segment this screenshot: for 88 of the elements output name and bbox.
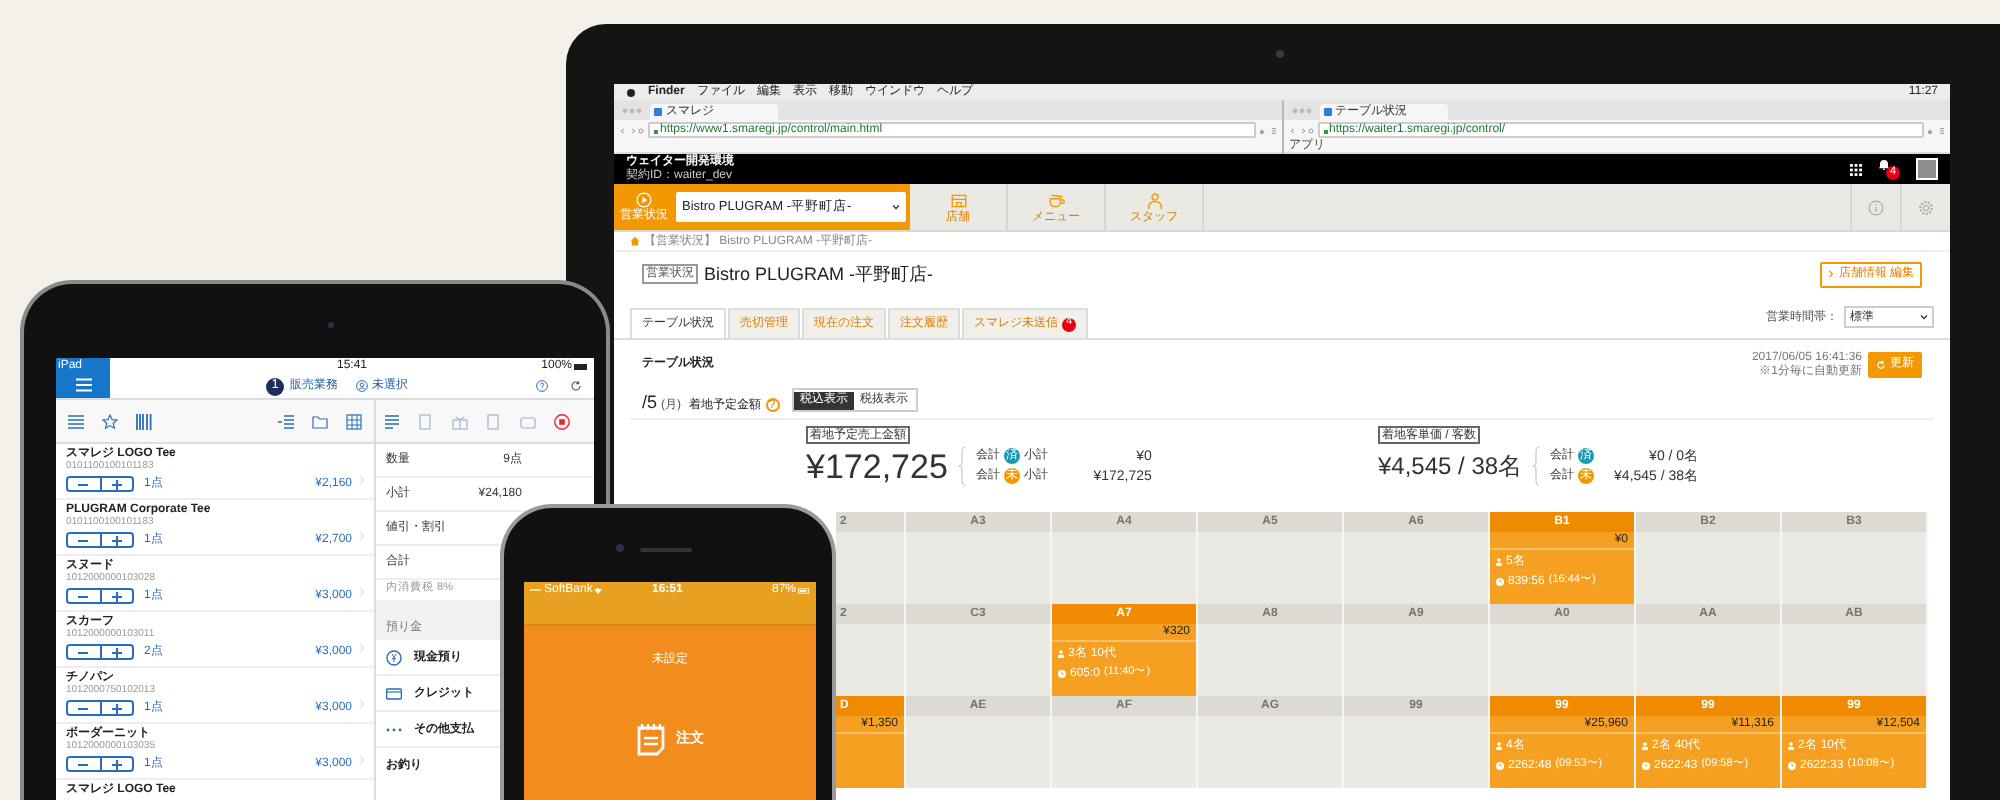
person-icon	[1642, 741, 1648, 749]
chevron-down-icon	[1920, 314, 1928, 320]
brace-icon	[1532, 446, 1541, 486]
stat-value: ¥4,545 / 38名	[1378, 454, 1523, 478]
favicon-icon	[654, 108, 662, 116]
page-title: Bistro PLUGRAM -平野町店-	[704, 265, 934, 283]
table-panel[interactable]	[1198, 532, 1342, 604]
user-icon	[356, 380, 368, 392]
table-panel[interactable]	[1198, 716, 1342, 788]
list-import-icon[interactable]	[278, 413, 294, 429]
stop-icon[interactable]	[554, 413, 570, 429]
refresh-icon	[1876, 359, 1886, 369]
minus-icon	[78, 707, 89, 709]
table-panel[interactable]	[836, 532, 904, 604]
logo-icon	[626, 87, 636, 97]
settings-icon	[1918, 199, 1934, 215]
camera-icon	[616, 544, 624, 552]
window-controls-icon	[1291, 108, 1311, 114]
minus-icon	[78, 763, 89, 765]
apps-grid-icon[interactable]	[1850, 163, 1862, 175]
refresh-icon[interactable]	[570, 380, 582, 392]
minus-icon	[78, 539, 89, 541]
clock-icon	[1058, 670, 1066, 678]
document-icon[interactable]	[418, 413, 434, 429]
folder-icon[interactable]	[312, 413, 328, 429]
table-panel[interactable]	[836, 624, 904, 696]
document-icon[interactable]	[486, 413, 502, 429]
table-panel[interactable]	[1782, 624, 1926, 696]
wifi-icon	[594, 587, 603, 593]
battery-icon	[798, 587, 810, 593]
table-panel[interactable]	[1344, 532, 1488, 604]
star-icon[interactable]	[102, 413, 118, 429]
camera-icon	[328, 322, 334, 328]
receipt-icon[interactable]	[384, 413, 400, 429]
brace-icon	[957, 446, 966, 486]
list-icon[interactable]	[68, 413, 84, 429]
card-icon	[386, 685, 402, 701]
clock-icon	[1496, 578, 1504, 586]
cup-icon	[1047, 191, 1065, 209]
back-forward-reload-icon	[620, 127, 644, 133]
back-forward-reload-icon	[1289, 127, 1313, 133]
notepad-icon	[636, 722, 666, 756]
table-panel[interactable]	[1198, 624, 1342, 696]
table-panel[interactable]	[1636, 624, 1780, 696]
store-icon	[949, 191, 967, 209]
person-icon	[1788, 741, 1794, 749]
info-icon	[1868, 199, 1884, 215]
minus-icon	[78, 651, 89, 653]
home-icon[interactable]	[630, 236, 640, 246]
yen-coin-icon	[386, 649, 402, 665]
person-icon	[1145, 191, 1163, 209]
person-icon	[1496, 741, 1502, 749]
clock-icon	[1496, 762, 1504, 770]
table-panel[interactable]	[1344, 716, 1488, 788]
table-panel[interactable]	[906, 532, 1050, 604]
person-icon	[1058, 649, 1064, 657]
chevron-down-icon	[892, 204, 900, 210]
barcode-icon[interactable]	[136, 413, 152, 429]
avatar[interactable]	[1916, 158, 1938, 180]
window-controls-icon	[622, 108, 642, 114]
play-circle-icon	[636, 192, 652, 208]
menu-icon	[75, 378, 91, 392]
table-panel[interactable]	[1344, 624, 1488, 696]
stat-value: ¥172,725	[806, 449, 948, 483]
browser-menu-icon	[1259, 127, 1275, 133]
table-panel[interactable]	[906, 716, 1050, 788]
minus-icon	[78, 595, 89, 597]
clock-icon	[1642, 762, 1650, 770]
date: /5	[642, 394, 658, 412]
wallet-icon[interactable]	[520, 413, 536, 429]
gift-icon[interactable]	[452, 413, 468, 429]
help-icon[interactable]	[536, 380, 548, 392]
table-panel[interactable]	[1636, 532, 1780, 604]
minus-icon	[78, 483, 89, 485]
person-icon	[1496, 557, 1502, 565]
browser-menu-icon	[1928, 127, 1944, 133]
clock-icon	[1788, 762, 1796, 770]
chevron-right-icon	[1828, 270, 1835, 278]
table-panel[interactable]	[906, 624, 1050, 696]
battery-icon	[574, 363, 588, 369]
table-panel[interactable]	[1052, 716, 1196, 788]
bell-icon[interactable]	[1878, 158, 1890, 170]
favicon-icon	[1323, 108, 1331, 116]
camera-icon	[1276, 50, 1284, 58]
table-panel[interactable]	[1052, 532, 1196, 604]
grid-icon[interactable]	[346, 413, 362, 429]
table-panel[interactable]	[1490, 624, 1634, 696]
table-panel[interactable]	[1782, 532, 1926, 604]
